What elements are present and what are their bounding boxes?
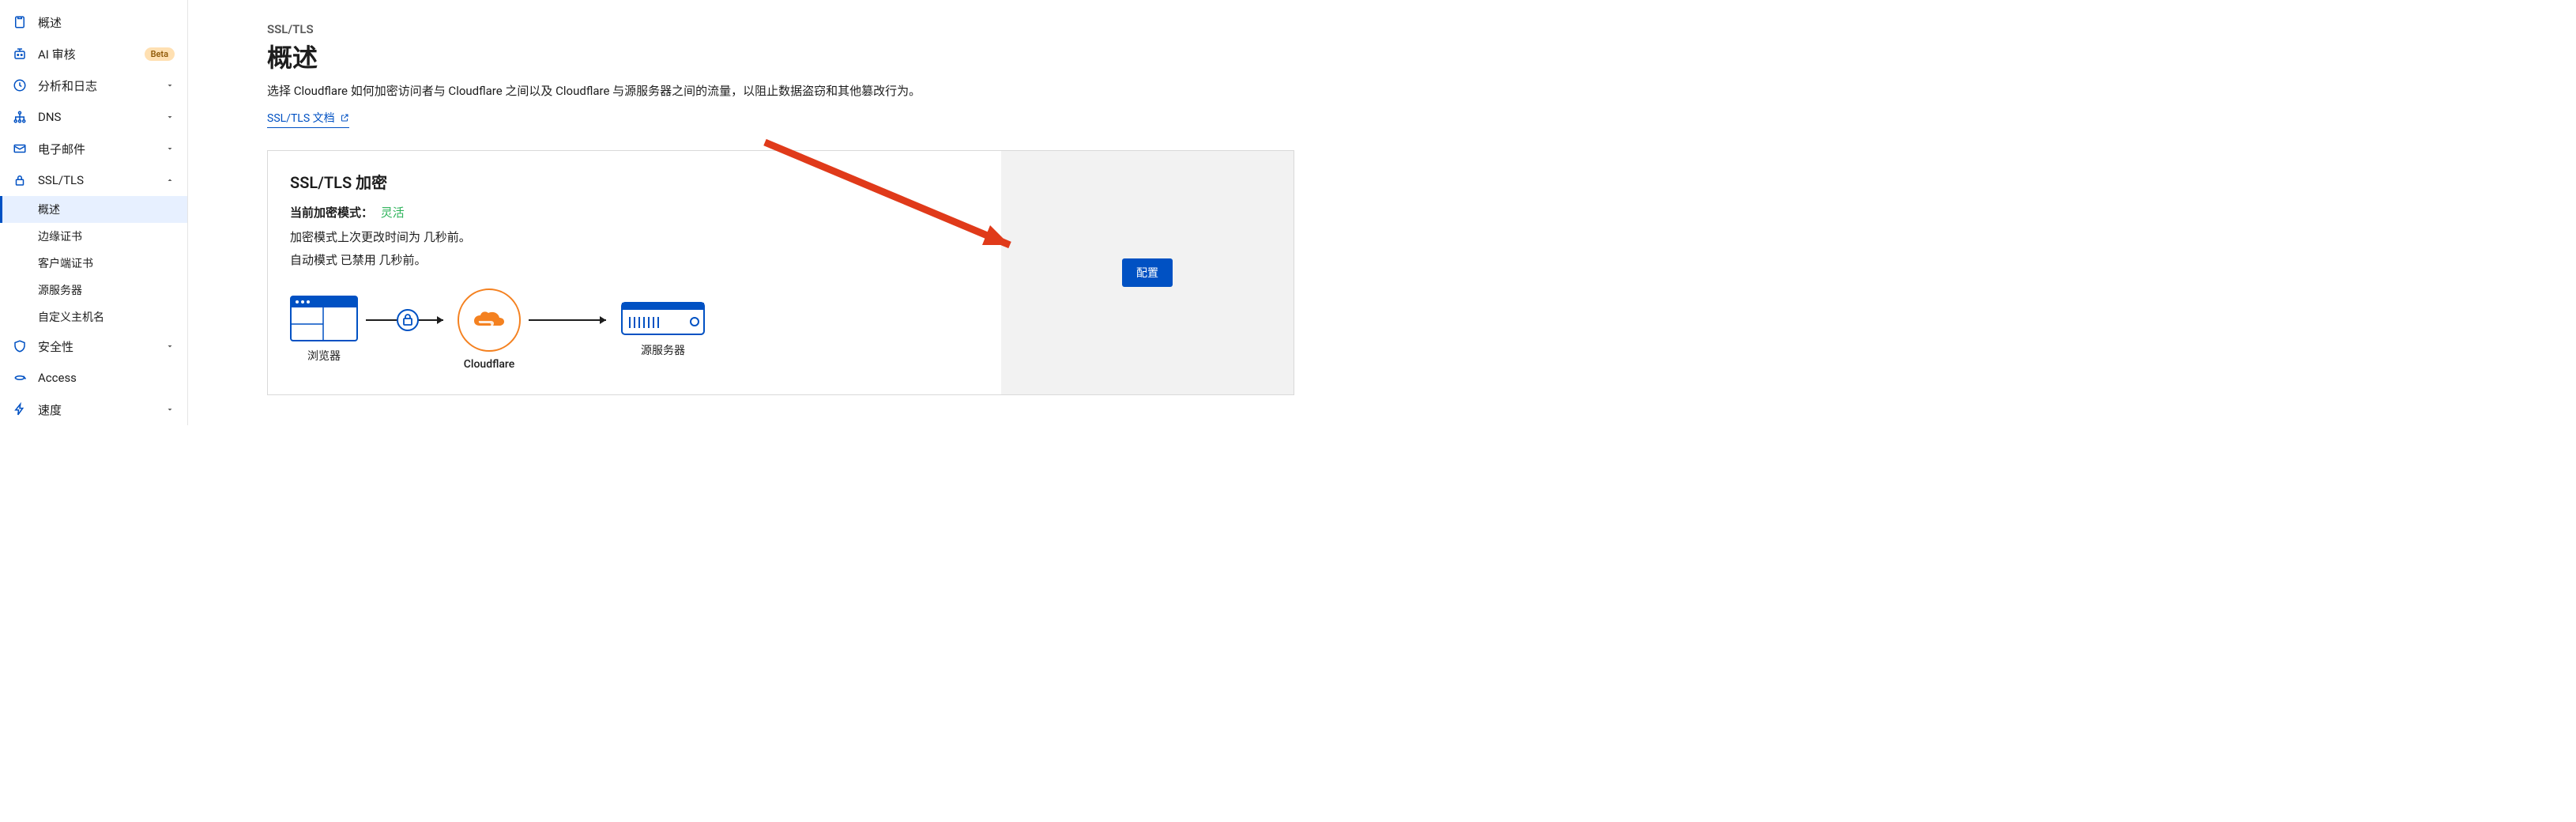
chevron-down-icon <box>165 112 175 122</box>
sidebar-item-label: 速度 <box>38 402 165 418</box>
sidebar-item-label: Access <box>38 371 175 385</box>
card-side-panel: 配置 <box>1001 151 1294 394</box>
sidebar-item-ai-review[interactable]: AI 审核 Beta <box>0 38 187 70</box>
arrow-icon <box>364 308 451 332</box>
subnav-overview[interactable]: 概述 <box>0 196 187 223</box>
diagram-browser-node: 浏览器 <box>290 296 358 364</box>
subnav-edge-certs[interactable]: 边缘证书 <box>0 223 187 250</box>
shield-icon <box>13 339 27 353</box>
chevron-down-icon <box>165 405 175 414</box>
configure-button[interactable]: 配置 <box>1122 258 1173 287</box>
card-title: SSL/TLS 加密 <box>290 170 979 193</box>
chevron-down-icon <box>165 81 175 90</box>
clock-icon <box>13 78 27 92</box>
sidebar-item-access[interactable]: Access <box>0 362 187 394</box>
mail-icon <box>13 141 27 156</box>
robot-icon <box>13 47 27 61</box>
encryption-mode-row: 当前加密模式： 灵活 <box>290 204 979 221</box>
diagram-cloudflare-label: Cloudflare <box>464 358 514 371</box>
mode-label: 当前加密模式： <box>290 206 373 220</box>
sidebar-item-security[interactable]: 安全性 <box>0 330 187 362</box>
page-description: 选择 Cloudflare 如何加密访问者与 Cloudflare 之间以及 C… <box>267 82 1294 99</box>
subnav-label: 边缘证书 <box>38 228 82 244</box>
sidebar-item-label: 分析和日志 <box>38 77 165 94</box>
network-icon <box>13 110 27 124</box>
sidebar: 概述 AI 审核 Beta 分析和日志 DNS 电子邮件 SSL/TLS <box>0 0 188 425</box>
sidebar-item-analytics[interactable]: 分析和日志 <box>0 70 187 101</box>
access-icon <box>13 371 27 385</box>
ssl-encryption-card: SSL/TLS 加密 当前加密模式： 灵活 加密模式上次更改时间为 几秒前。 自… <box>267 150 1294 395</box>
sidebar-item-label: AI 审核 <box>38 46 138 62</box>
auto-mode-info: 自动模式 已禁用 几秒前。 <box>290 251 979 268</box>
mode-changed-info: 加密模式上次更改时间为 几秒前。 <box>290 228 979 245</box>
subnav-label: 自定义主机名 <box>38 309 104 325</box>
cloudflare-icon <box>458 288 521 352</box>
breadcrumb: SSL/TLS <box>267 22 1294 36</box>
sidebar-item-label: 概述 <box>38 14 175 31</box>
subnav-label: 源服务器 <box>38 282 82 298</box>
subnav-custom-hostnames[interactable]: 自定义主机名 <box>0 304 187 330</box>
diagram-origin-node: 源服务器 <box>620 301 706 358</box>
sidebar-item-label: SSL/TLS <box>38 173 165 187</box>
ssl-tls-submenu: 概述 边缘证书 客户端证书 源服务器 自定义主机名 <box>0 196 187 330</box>
subnav-origin-server[interactable]: 源服务器 <box>0 277 187 304</box>
subnav-client-certs[interactable]: 客户端证书 <box>0 250 187 277</box>
arrow-icon <box>527 308 614 332</box>
subnav-label: 概述 <box>38 202 60 217</box>
chevron-down-icon <box>165 144 175 153</box>
sidebar-item-speed[interactable]: 速度 <box>0 394 187 425</box>
sidebar-item-label: DNS <box>38 110 165 124</box>
external-link-icon <box>340 113 349 123</box>
sidebar-item-overview[interactable]: 概述 <box>0 6 187 38</box>
subnav-label: 客户端证书 <box>38 255 93 271</box>
main-content: SSL/TLS 概述 选择 Cloudflare 如何加密访问者与 Cloudf… <box>188 0 1294 425</box>
page-title: 概述 <box>267 38 1294 74</box>
bolt-icon <box>13 402 27 417</box>
encryption-diagram: 浏览器 <box>290 288 979 371</box>
diagram-cloudflare-node: Cloudflare <box>458 288 521 371</box>
mode-value: 灵活 <box>381 206 405 220</box>
sidebar-item-ssl-tls[interactable]: SSL/TLS <box>0 164 187 196</box>
chevron-down-icon <box>165 341 175 351</box>
sidebar-item-email[interactable]: 电子邮件 <box>0 133 187 164</box>
sidebar-item-label: 安全性 <box>38 338 165 355</box>
doc-link-text: SSL/TLS 文档 <box>267 110 335 126</box>
ssl-tls-docs-link[interactable]: SSL/TLS 文档 <box>267 110 349 128</box>
browser-icon <box>290 296 358 341</box>
diagram-origin-label: 源服务器 <box>641 342 685 358</box>
server-icon <box>620 301 706 336</box>
sidebar-item-label: 电子邮件 <box>38 141 165 157</box>
sidebar-item-dns[interactable]: DNS <box>0 101 187 133</box>
card-main: SSL/TLS 加密 当前加密模式： 灵活 加密模式上次更改时间为 几秒前。 自… <box>268 151 1001 394</box>
beta-badge: Beta <box>145 47 175 61</box>
diagram-browser-label: 浏览器 <box>307 348 341 364</box>
chevron-up-icon <box>165 175 175 185</box>
lock-icon <box>13 173 27 187</box>
clipboard-icon <box>13 15 27 29</box>
